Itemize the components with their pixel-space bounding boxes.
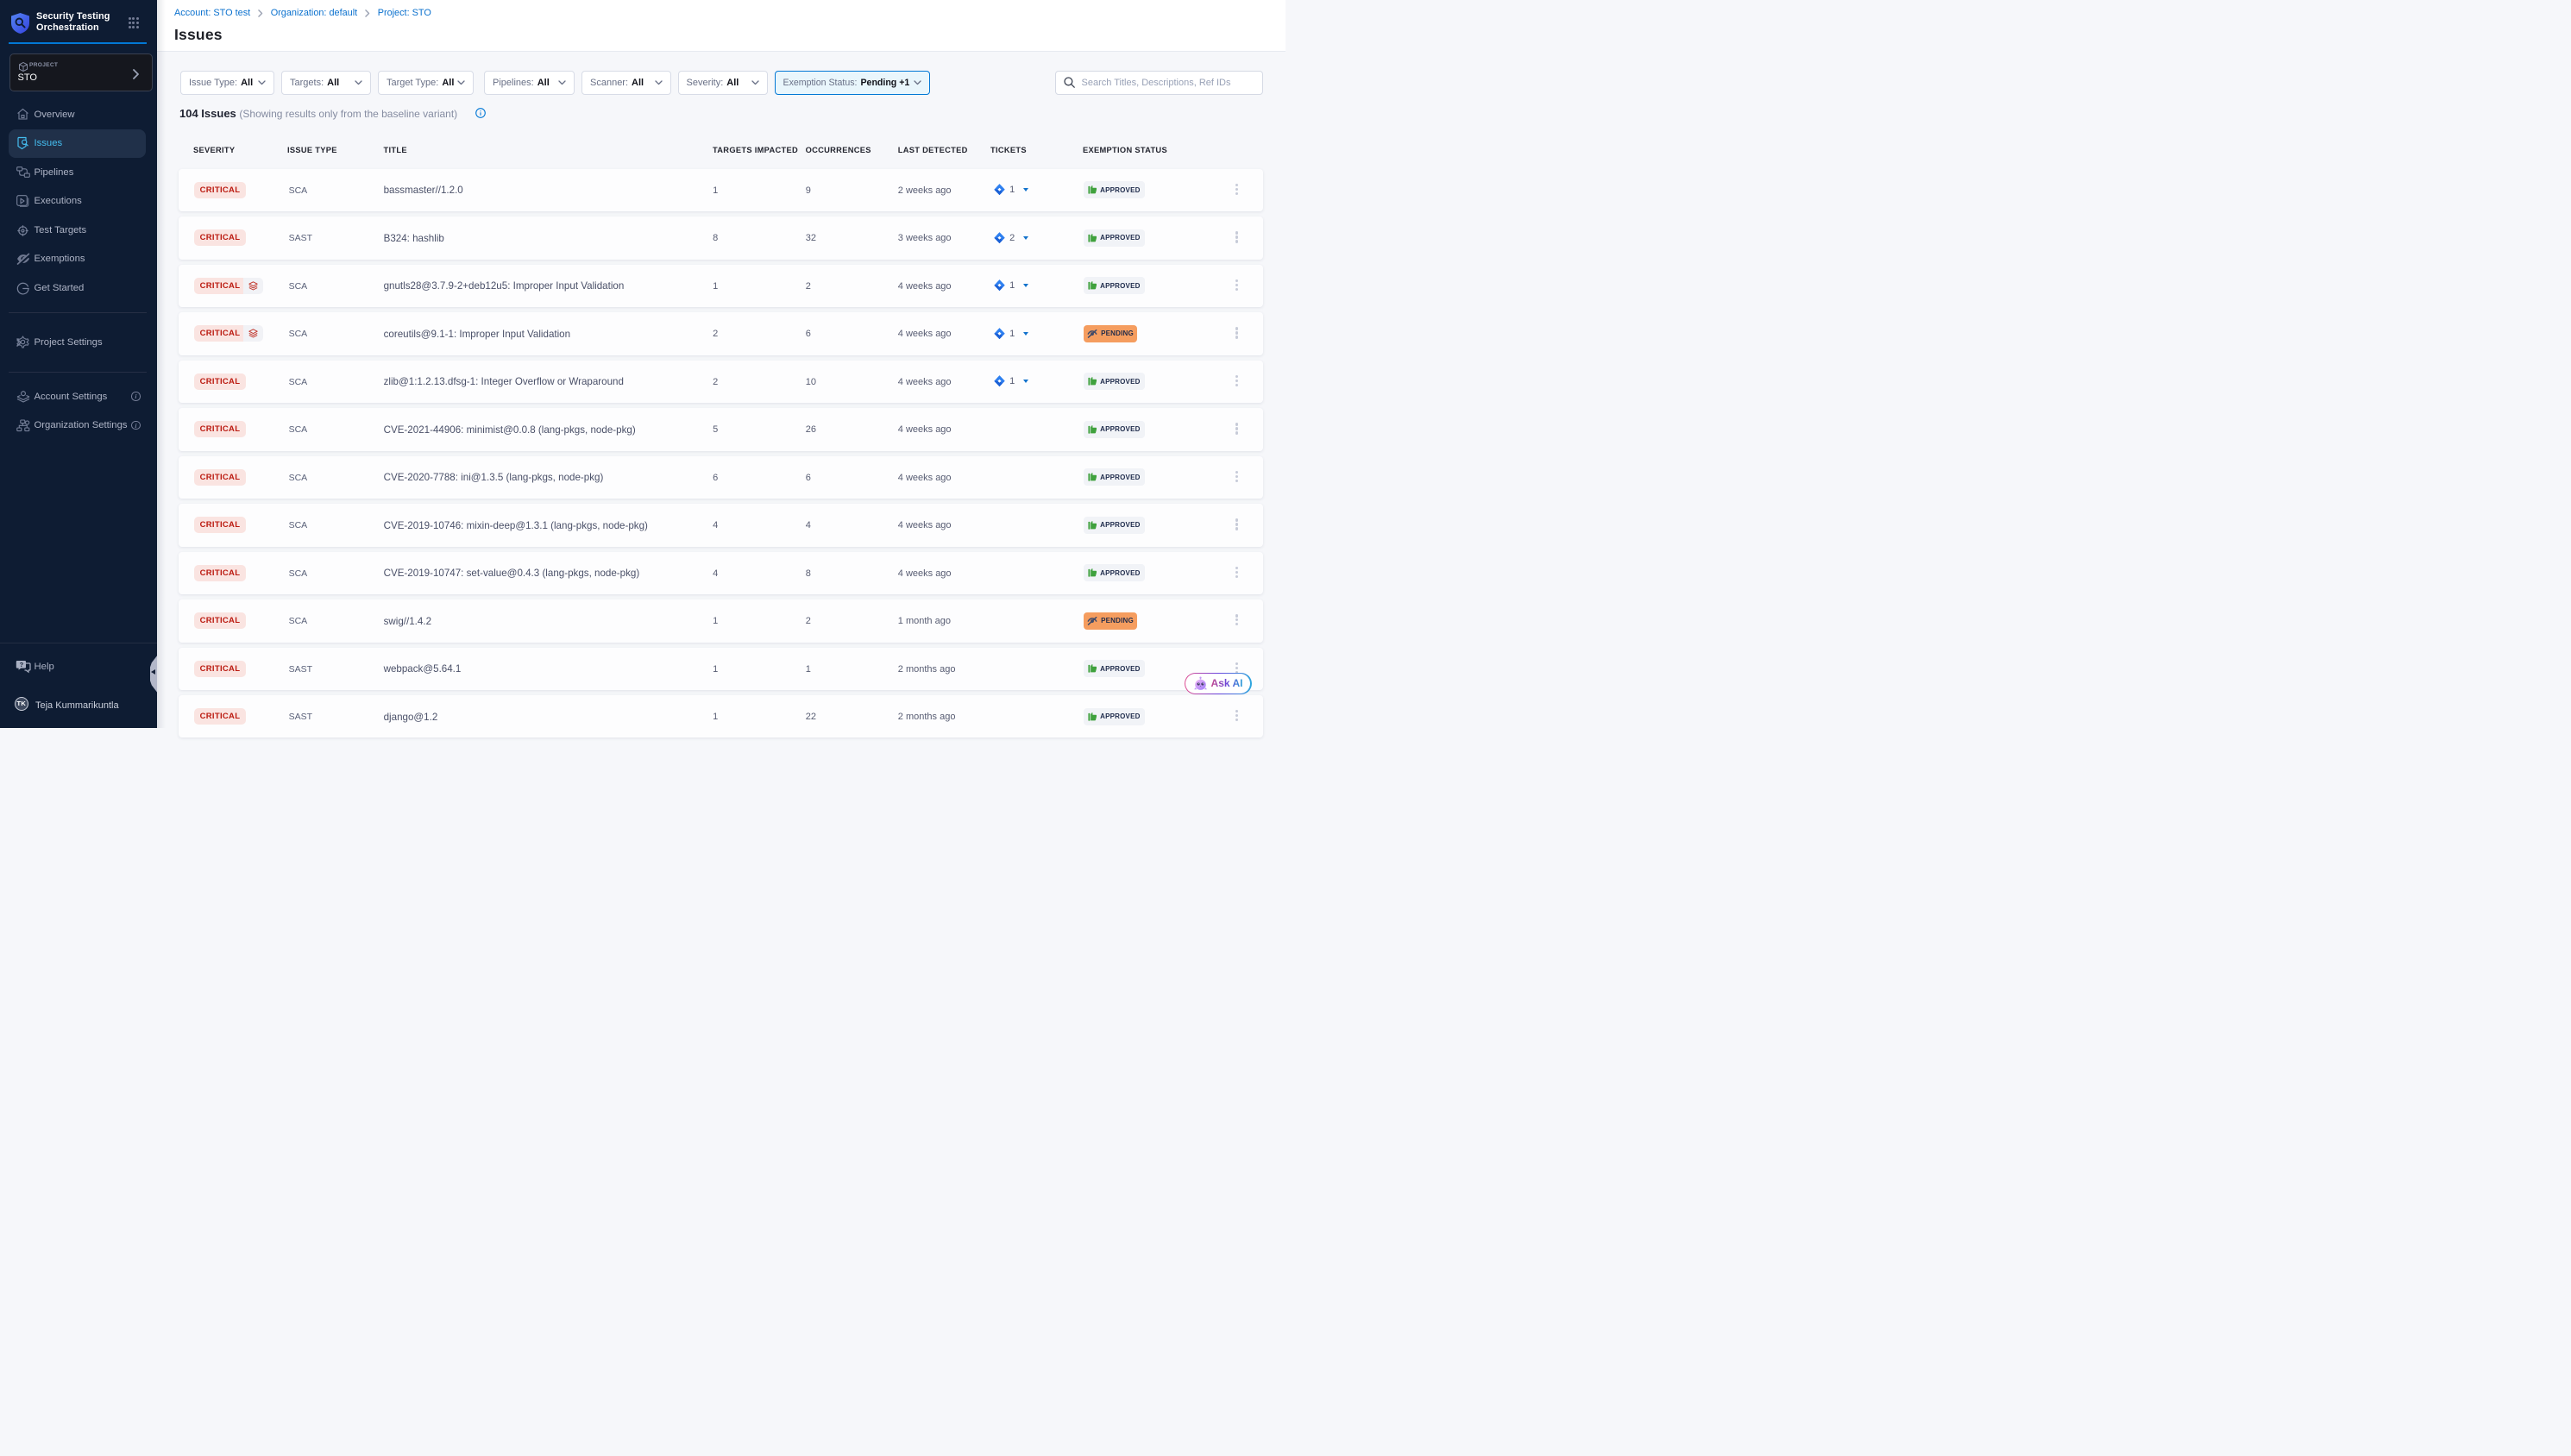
svg-text:?: ? — [20, 661, 24, 668]
